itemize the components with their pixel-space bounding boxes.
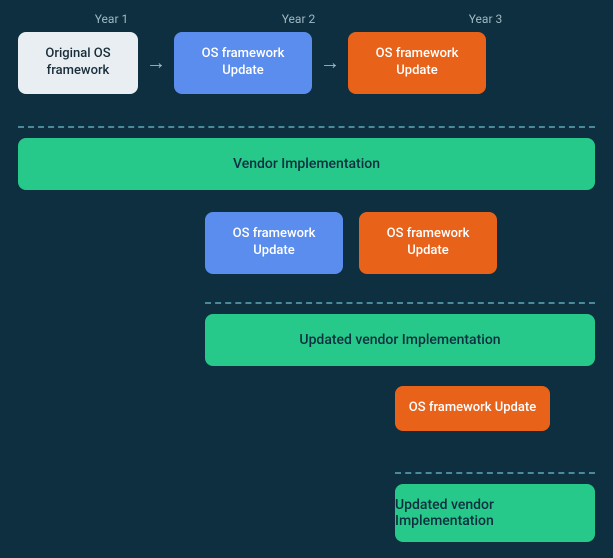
year-1-label: Year 1: [18, 12, 205, 26]
updated-vendor-bar-1: Updated vendor Implementation: [205, 314, 595, 366]
original-os-box: Original OS framework: [18, 32, 138, 94]
dashed-divider-1: [18, 126, 595, 128]
updated-vendor-bar-2: Updated vendor Implementation: [395, 484, 595, 542]
year-3-label: Year 3: [392, 12, 579, 26]
row3-boxes: OS framework Update: [395, 386, 595, 431]
os-update-orange-3-box: OS framework Update: [395, 386, 550, 431]
arrow-2-icon: →: [312, 50, 348, 75]
vendor-implementation-bar: Vendor Implementation: [18, 138, 595, 190]
row2-boxes: OS framework Update OS framework Update: [205, 212, 595, 274]
dashed-divider-2: [205, 302, 595, 304]
diagram: Year 1 Year 2 Year 3 Original OS framewo…: [0, 0, 613, 558]
dashed-divider-3: [395, 472, 595, 474]
os-update-blue-1-box: OS framework Update: [174, 32, 312, 94]
row1-boxes: Original OS framework → OS framework Upd…: [18, 32, 595, 94]
year-labels: Year 1 Year 2 Year 3: [0, 12, 613, 26]
os-update-orange-1-box: OS framework Update: [348, 32, 486, 94]
os-update-blue-2-box: OS framework Update: [205, 212, 343, 274]
year-2-label: Year 2: [205, 12, 392, 26]
arrow-1-icon: →: [138, 50, 174, 75]
os-update-orange-2-box: OS framework Update: [359, 212, 497, 274]
